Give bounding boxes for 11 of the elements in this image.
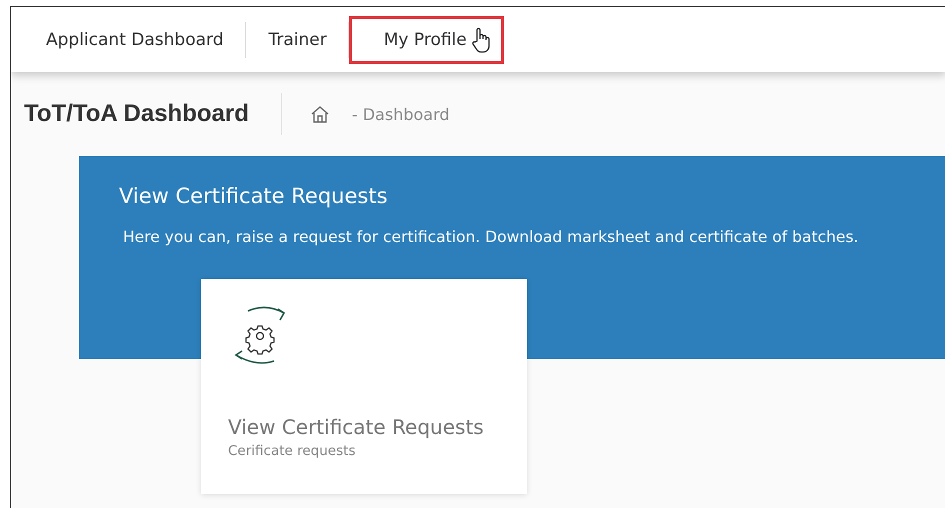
card-subtitle: Cerificate requests <box>228 443 356 459</box>
nav-link[interactable]: Applicant Dashboard <box>23 16 244 64</box>
page-title: ToT/ToA Dashboard <box>24 100 250 128</box>
hand-pointer-icon <box>470 26 491 52</box>
banner-title: View Certificate Requests <box>119 184 389 208</box>
nav-link[interactable]: My Profile <box>348 16 504 64</box>
card-title: View Certificate Requests <box>228 415 485 439</box>
banner-description: Here you can, raise a request for certification. Download marksheet and certificate of batches. <box>123 228 860 246</box>
home-icon[interactable] <box>310 104 330 124</box>
certificate-card[interactable]: View Certificate Requests Cerificate requests <box>201 279 527 494</box>
nav-link[interactable]: Trainer <box>246 16 348 64</box>
